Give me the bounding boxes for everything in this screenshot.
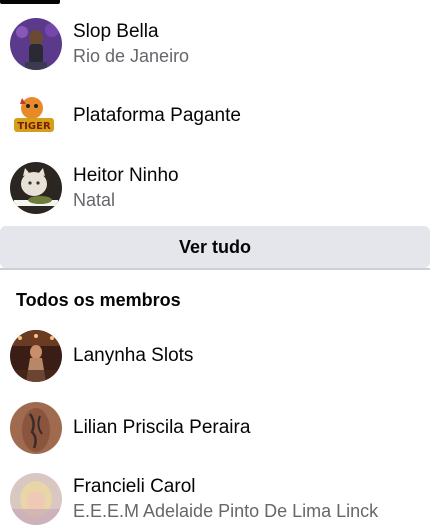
tattoo-avatar-icon: [10, 402, 62, 454]
member-school: E.E.E.M Adelaide Pinto De Lima Linck: [73, 501, 379, 521]
avatar[interactable]: [10, 402, 62, 454]
member-name[interactable]: Heitor Ninho: [73, 164, 179, 188]
avatar[interactable]: [10, 162, 62, 214]
member-name[interactable]: Lilian Priscila Peraira: [73, 416, 250, 440]
avatar[interactable]: TIGER: [10, 90, 62, 142]
avatar[interactable]: [10, 330, 62, 382]
fortune-tiger-logo-icon: TIGER: [10, 90, 62, 142]
section-title: Todos os membros: [16, 290, 181, 310]
avatar[interactable]: [10, 473, 62, 525]
member-location: Rio de Janeiro: [73, 46, 190, 66]
casino-avatar-icon: [10, 330, 62, 382]
member-location: Natal: [73, 190, 116, 210]
section-divider: [0, 268, 430, 270]
member-name[interactable]: Lanynha Slots: [73, 344, 193, 368]
member-name[interactable]: Plataforma Pagante: [73, 104, 241, 128]
cropped-heading-fragment: [0, 0, 60, 4]
avatar[interactable]: [10, 18, 62, 70]
member-name[interactable]: Slop Bella: [73, 20, 189, 44]
member-name[interactable]: Francieli Carol: [73, 475, 378, 499]
svg-text:TIGER: TIGER: [17, 121, 51, 132]
blonde-avatar-icon: [10, 473, 62, 525]
cat-meme-avatar-icon: [10, 162, 62, 214]
woman-avatar-icon: [10, 18, 62, 70]
see-all-button[interactable]: Ver tudo: [0, 226, 430, 268]
